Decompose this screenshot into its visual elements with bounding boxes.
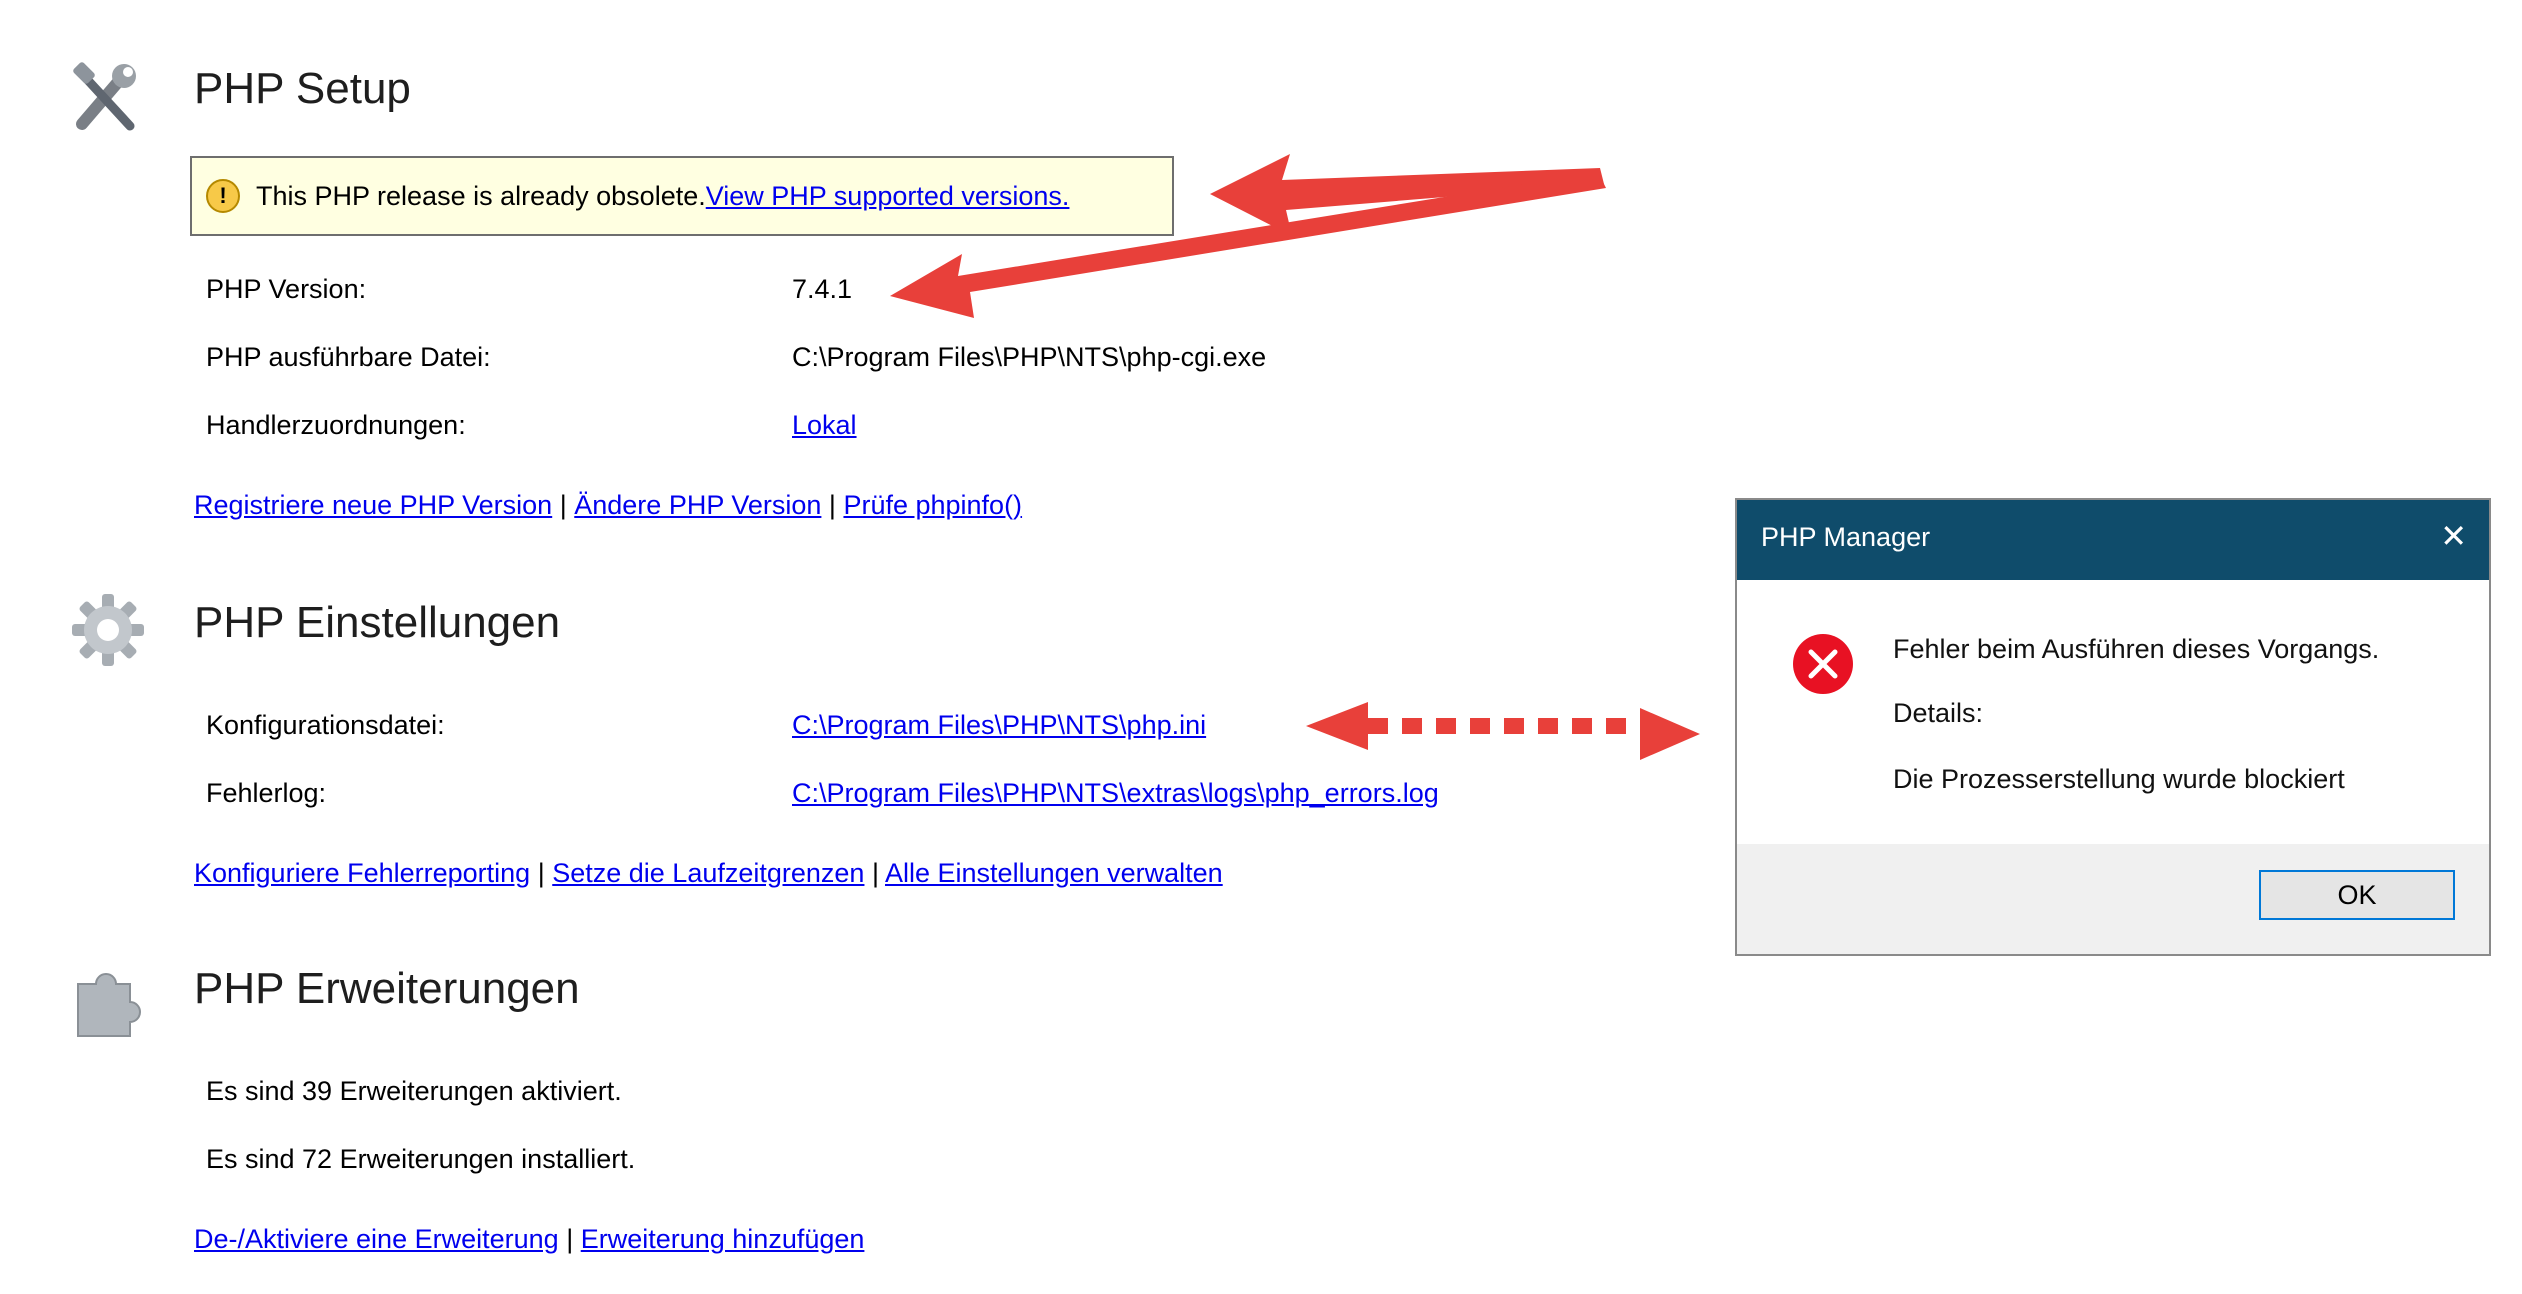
arrow-dot — [1504, 718, 1524, 734]
dialog-footer: OK — [1737, 844, 2489, 954]
arrow-dot — [1538, 718, 1558, 734]
error-icon — [1793, 634, 1853, 694]
dialog-title: PHP Manager — [1761, 522, 1931, 552]
arrow-dot — [1402, 718, 1422, 734]
ok-button[interactable]: OK — [2259, 870, 2455, 920]
arrow-dot — [1606, 718, 1626, 734]
dialog-message: Fehler beim Ausführen dieses Vorgangs. — [1893, 634, 2380, 664]
arrow-dot — [1436, 718, 1456, 734]
arrow-dot — [1572, 718, 1592, 734]
arrow-right-head — [1640, 708, 1700, 760]
dialog-details-text: Die Prozesserstellung wurde blockiert — [1893, 764, 2345, 794]
error-dialog: PHP Manager ✕ Fehler beim Ausführen dies… — [1735, 498, 2491, 956]
arrow-dot — [1470, 718, 1490, 734]
dialog-details-label: Details: — [1893, 698, 1984, 728]
arrow-dot — [1368, 718, 1388, 734]
close-icon[interactable]: ✕ — [2440, 516, 2467, 556]
dialog-titlebar: PHP Manager ✕ — [1737, 500, 2489, 580]
arrow-left-head — [1306, 702, 1368, 750]
